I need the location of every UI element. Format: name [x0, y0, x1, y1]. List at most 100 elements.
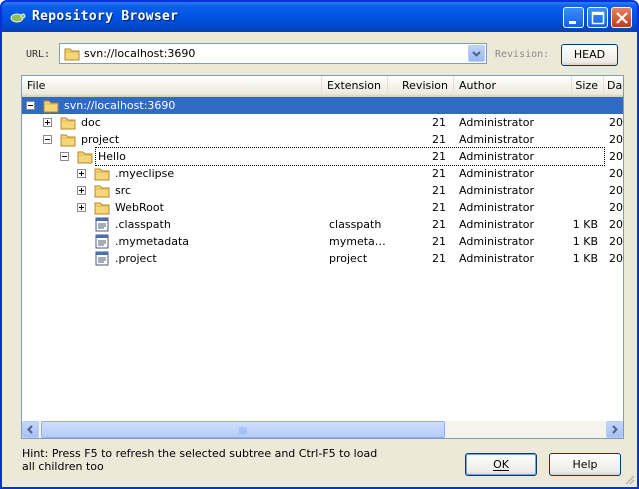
date-cell: 20 [609, 201, 623, 214]
size-cell [542, 165, 598, 182]
maximize-icon [591, 11, 605, 25]
head-revision-button[interactable]: HEAD [561, 44, 618, 66]
repository-tree-list[interactable]: File Extension Revision Author Size Da s… [21, 75, 624, 439]
collapse-icon[interactable] [26, 101, 35, 110]
extension-cell: project [329, 252, 368, 265]
ok-label: OK [493, 458, 509, 471]
date-cell: 20 [609, 116, 623, 129]
date-cell: 20 [609, 218, 623, 231]
folder-icon [94, 202, 110, 215]
repository-browser-window: Repository Browser URL: svn://localhost:… [0, 0, 639, 489]
help-button[interactable]: Help [549, 453, 621, 476]
tree-row[interactable]: .classpath classpath 21 Administrator 1 KB 20 [22, 216, 623, 233]
folder-icon [94, 185, 110, 198]
extension-cell [329, 97, 389, 114]
minimize-button[interactable] [563, 7, 584, 28]
tree-row[interactable]: WebRoot 21 Administrator 20 [22, 199, 623, 216]
date-cell: 20 [609, 167, 623, 180]
revision-cell: 21 [432, 133, 446, 146]
folder-open-icon [43, 100, 59, 113]
url-dropdown-button[interactable] [468, 45, 485, 62]
file-name: .myeclipse [115, 167, 175, 180]
file-name: svn://localhost:3690 [64, 99, 176, 112]
folder-icon [94, 168, 110, 181]
file-name: .project [115, 252, 157, 265]
size-cell: 1 KB [572, 252, 598, 265]
scroll-right-button[interactable] [606, 421, 623, 438]
chevron-left-icon [27, 425, 33, 434]
maximize-button[interactable] [587, 7, 608, 28]
column-file[interactable]: File [22, 76, 322, 96]
column-revision[interactable]: Revision [388, 76, 454, 96]
size-cell [542, 114, 598, 131]
url-combobox[interactable]: svn://localhost:3690 [59, 43, 487, 64]
file-name: .classpath [115, 218, 171, 231]
url-label: URL: [26, 49, 51, 60]
extension-cell [329, 182, 389, 199]
extension-cell [329, 165, 389, 182]
scroll-thumb[interactable] [41, 421, 445, 438]
tree-row[interactable]: src 21 Administrator 20 [22, 182, 623, 199]
resize-grip-icon[interactable] [623, 473, 635, 485]
collapse-icon[interactable] [60, 152, 69, 161]
tree-row[interactable]: .myeclipse 21 Administrator 20 [22, 165, 623, 182]
size-cell: 1 KB [572, 235, 598, 248]
grip-icon [239, 427, 247, 434]
file-icon [95, 234, 109, 249]
title-bar[interactable]: Repository Browser [2, 2, 637, 32]
revision-label: Revision: [495, 49, 550, 60]
folder-icon [60, 134, 76, 147]
revision-cell: 21 [432, 184, 446, 197]
column-extension[interactable]: Extension [322, 76, 388, 96]
horizontal-scrollbar[interactable] [22, 421, 623, 438]
size-cell: 1 KB [572, 218, 598, 231]
revision-cell: 21 [432, 150, 446, 163]
tree-row[interactable]: .mymetadata mymeta… 21 Administrator 1 KB 20 [22, 233, 623, 250]
url-value: svn://localhost:3690 [84, 47, 196, 60]
expand-icon[interactable] [77, 169, 86, 178]
date-cell: 20 [609, 235, 623, 248]
ok-button[interactable]: OK [465, 453, 537, 476]
chevron-down-icon [472, 51, 481, 57]
size-cell [542, 182, 598, 199]
tree-row[interactable]: svn://localhost:3690 [22, 97, 623, 114]
column-date[interactable]: Da [604, 76, 623, 96]
revision-cell: 21 [432, 235, 446, 248]
column-size[interactable]: Size [542, 76, 604, 96]
extension-cell [329, 114, 389, 131]
minimize-icon [569, 21, 576, 24]
tree-row[interactable]: project 21 Administrator 20 [22, 131, 623, 148]
size-cell [542, 97, 598, 114]
date-cell: 20 [609, 252, 623, 265]
file-name: WebRoot [115, 201, 164, 214]
date-cell: 20 [609, 150, 623, 163]
expand-icon[interactable] [43, 118, 52, 127]
revision-cell [388, 97, 446, 114]
tree-row[interactable]: doc 21 Administrator 20 [22, 114, 623, 131]
extension-cell: mymeta… [329, 235, 386, 248]
date-cell: 20 [609, 184, 623, 197]
revision-cell: 21 [432, 252, 446, 265]
chevron-right-icon [612, 425, 618, 434]
extension-cell [329, 199, 389, 216]
size-cell [542, 199, 598, 216]
expand-icon[interactable] [77, 203, 86, 212]
file-icon [95, 251, 109, 266]
extension-cell: classpath [329, 218, 382, 231]
date-cell [609, 97, 623, 114]
tree-row[interactable]: .project project 21 Administrator 1 KB 20 [22, 250, 623, 267]
expand-icon[interactable] [77, 186, 86, 195]
file-name: project [81, 133, 120, 146]
tortoise-app-icon [10, 13, 26, 23]
revision-cell: 21 [432, 167, 446, 180]
folder-icon [77, 151, 93, 164]
size-cell [542, 148, 598, 165]
tree-row[interactable]: Hello 21 Administrator 20 [22, 147, 623, 166]
close-icon [616, 12, 628, 24]
collapse-icon[interactable] [43, 135, 52, 144]
scroll-left-button[interactable] [22, 421, 39, 438]
size-cell [542, 131, 598, 148]
extension-cell [329, 148, 389, 165]
folder-icon [64, 48, 80, 61]
close-button[interactable] [611, 7, 632, 28]
